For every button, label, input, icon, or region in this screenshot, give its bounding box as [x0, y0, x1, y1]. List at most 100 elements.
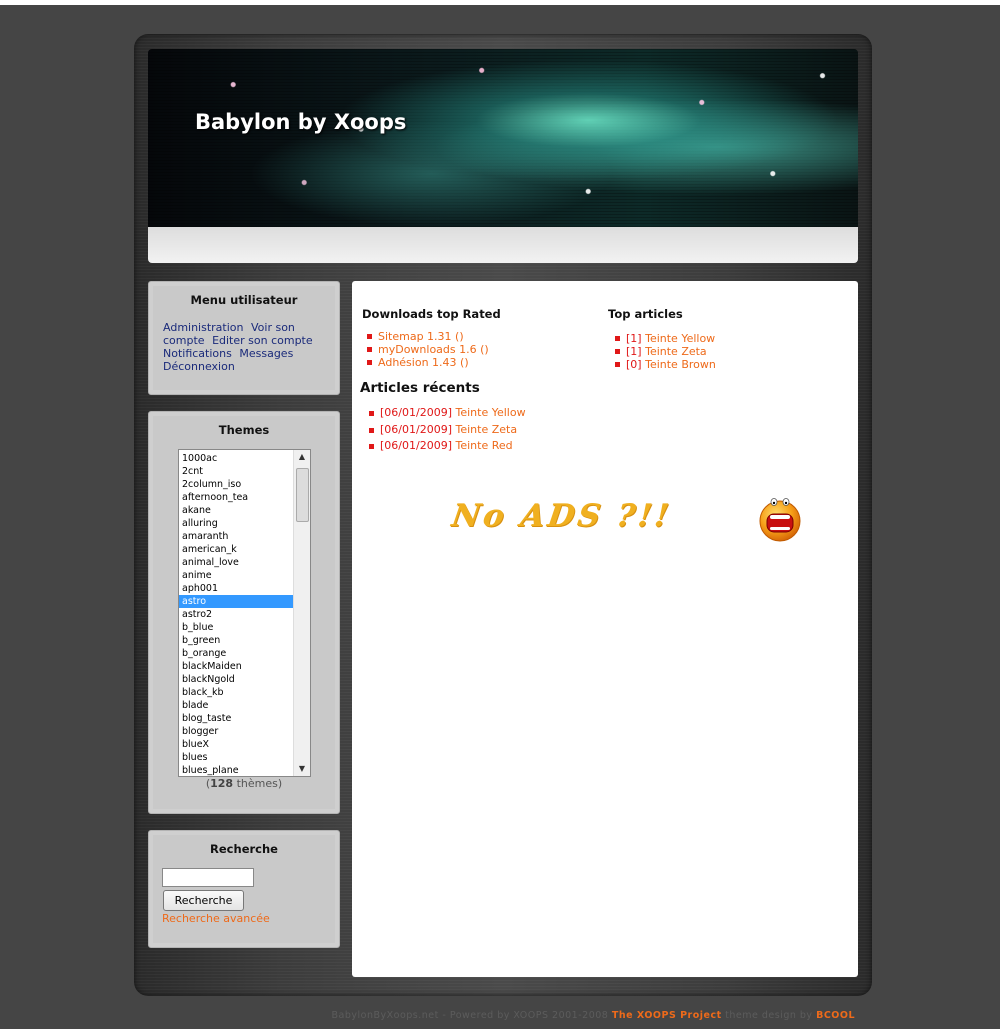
theme-option[interactable]: astro2 [179, 608, 293, 621]
bullet-icon [615, 349, 620, 354]
theme-option[interactable]: anime [179, 569, 293, 582]
link-logout[interactable]: Déconnexion [163, 360, 235, 373]
search-input[interactable] [162, 868, 254, 887]
user-menu-block: Menu utilisateur Administration Voir son… [148, 281, 340, 395]
article-date: [06/01/2009] [380, 422, 452, 436]
main-content: Downloads top Rated Sitemap 1.31 () myDo… [352, 281, 858, 977]
bullet-icon [369, 444, 374, 449]
user-menu-title: Menu utilisateur [190, 293, 298, 307]
downloads-list: Sitemap 1.31 () myDownloads 1.6 () Adhés… [362, 330, 489, 369]
user-menu-links: Administration Voir son compte Editer so… [163, 321, 325, 373]
theme-option[interactable]: b_green [179, 634, 293, 647]
article-date: [06/01/2009] [380, 439, 452, 452]
article-link[interactable]: Teinte Yellow [455, 406, 525, 419]
theme-option[interactable]: blackMaiden [179, 660, 293, 673]
download-rating[interactable]: () [480, 343, 489, 356]
theme-option[interactable]: american_k [179, 543, 293, 556]
article-link[interactable]: Teinte Zeta [645, 345, 707, 358]
search-title: Recherche [210, 842, 278, 856]
article-hits: [0] [626, 358, 642, 371]
download-rating[interactable]: () [460, 356, 469, 369]
download-link[interactable]: myDownloads 1.6 [378, 343, 477, 356]
footer: BabylonByXoops.net - Powered by XOOPS 20… [0, 1010, 855, 1021]
article-hits: [1] [626, 332, 642, 345]
list-item: [0] Teinte Brown [610, 358, 716, 371]
list-item: [06/01/2009] Teinte Yellow [364, 405, 526, 422]
link-messages[interactable]: Messages [239, 347, 293, 360]
link-administration[interactable]: Administration [163, 321, 244, 334]
designer-link[interactable]: BCOOL [816, 1010, 855, 1021]
theme-option[interactable]: amaranth [179, 530, 293, 543]
theme-option[interactable]: 2cnt [179, 465, 293, 478]
theme-list-scrollbar[interactable]: ▲ ▼ [293, 450, 310, 776]
header-nav-strip [148, 227, 858, 263]
list-item: [06/01/2009] Teinte Zeta [364, 422, 526, 439]
theme-option[interactable]: animal_love [179, 556, 293, 569]
top-articles-title: Top articles [608, 307, 683, 321]
theme-option[interactable]: blueX [179, 738, 293, 751]
bullet-icon [369, 411, 374, 416]
bullet-icon [369, 427, 374, 433]
article-link[interactable]: Teinte Red [455, 439, 512, 452]
bullet-icon [367, 360, 372, 365]
theme-option[interactable]: 2column_iso [179, 478, 293, 491]
article-link[interactable]: Teinte Brown [645, 358, 716, 371]
theme-option[interactable]: blade [179, 699, 293, 712]
bullet-icon [615, 362, 620, 367]
site-title[interactable]: Babylon by Xoops [195, 110, 406, 134]
list-item: [1] Teinte Zeta [610, 345, 716, 358]
themes-block: Themes 1000ac 2cnt 2column_iso afternoon_te… [148, 411, 340, 814]
footer-credit: BabylonByXoops.net - Powered by XOOPS 20… [331, 1010, 612, 1021]
downloads-title: Downloads top Rated [362, 307, 501, 321]
bullet-icon [367, 347, 372, 352]
theme-select-list[interactable]: 1000ac 2cnt 2column_iso afternoon_tea akane a… [178, 449, 311, 777]
theme-count-number: 128 [210, 777, 234, 790]
article-date: [06/01/2009] [380, 406, 452, 419]
theme-option[interactable]: blackNgold [179, 673, 293, 686]
search-block: Recherche Recherche Recherche avancée [148, 830, 340, 948]
bullet-icon [367, 334, 372, 339]
download-link[interactable]: Sitemap 1.31 [378, 330, 452, 343]
top-articles-list: [1] Teinte Yellow [1] Teinte Zeta [0] Te… [610, 332, 716, 371]
article-link[interactable]: Teinte Zeta [455, 423, 517, 436]
theme-option[interactable]: b_blue [179, 621, 293, 634]
xoops-project-link[interactable]: The XOOPS Project [612, 1010, 722, 1021]
recent-articles-list: [06/01/2009] Teinte Yellow [06/01/2009] … [364, 405, 526, 455]
link-notifications[interactable]: Notifications [163, 347, 232, 360]
theme-count: (128 thèmes) [149, 777, 339, 790]
recent-articles-title: Articles récents [360, 380, 480, 396]
article-link[interactable]: Teinte Yellow [645, 332, 715, 345]
theme-options: 1000ac 2cnt 2column_iso afternoon_tea akane a… [179, 450, 293, 776]
search-button[interactable]: Recherche [163, 890, 244, 911]
theme-option[interactable]: blues [179, 751, 293, 764]
list-item: Sitemap 1.31 () [362, 330, 489, 343]
scroll-up-arrow-icon[interactable]: ▲ [294, 450, 310, 464]
no-ads-banner: No ADS ?!! [449, 498, 674, 534]
theme-option[interactable]: blues_plane [179, 764, 293, 776]
theme-option[interactable]: afternoon_tea [179, 491, 293, 504]
theme-option[interactable]: alluring [179, 517, 293, 530]
theme-option[interactable]: b_orange [179, 647, 293, 660]
theme-count-suffix: thèmes) [233, 777, 283, 790]
theme-option[interactable]: 1000ac [179, 452, 293, 465]
browser-top-edge [0, 0, 1000, 5]
theme-option[interactable]: blog_taste [179, 712, 293, 725]
scroll-thumb[interactable] [296, 468, 309, 522]
article-hits: [1] [626, 345, 642, 358]
download-rating[interactable]: () [455, 330, 464, 343]
theme-option[interactable]: black_kb [179, 686, 293, 699]
footer-design-text: theme design by [721, 1010, 817, 1021]
theme-option[interactable]: aph001 [179, 582, 293, 595]
bullet-icon [615, 336, 620, 341]
header-banner [148, 49, 858, 227]
advanced-search-link[interactable]: Recherche avancée [162, 912, 270, 925]
theme-option[interactable]: akane [179, 504, 293, 517]
screaming-smiley-icon [759, 498, 801, 542]
download-link[interactable]: Adhésion 1.43 [378, 356, 457, 369]
theme-option[interactable]: astro [179, 595, 293, 608]
list-item: [06/01/2009] Teinte Red [364, 438, 526, 455]
scroll-down-arrow-icon[interactable]: ▼ [294, 762, 310, 776]
link-edit-account[interactable]: Editer son compte [212, 334, 313, 347]
list-item: Adhésion 1.43 () [362, 356, 489, 369]
theme-option[interactable]: blogger [179, 725, 293, 738]
